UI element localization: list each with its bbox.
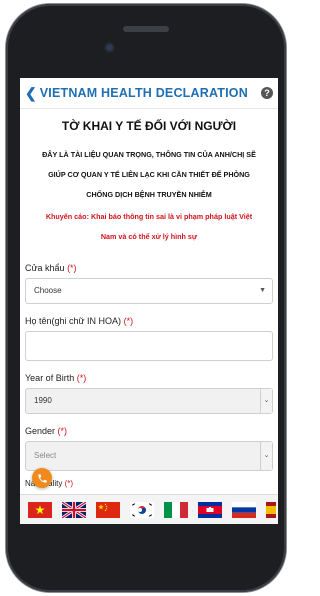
full-name-input[interactable] <box>25 331 273 361</box>
uk-flag-icon[interactable] <box>62 501 86 518</box>
page-title: VIETNAM HEALTH DECLARATION <box>39 86 248 100</box>
notice-line: CHỐNG DỊCH BỆNH TRUYỀN NHIỄM <box>86 190 212 199</box>
gender-select[interactable]: Select ⌄ <box>25 441 273 471</box>
notice-line: ĐÂY LÀ TÀI LIỆU QUAN TRỌNG, THÔNG TIN CỦ… <box>42 150 256 159</box>
call-button[interactable] <box>32 468 52 488</box>
gender-label: Gender (*) <box>25 426 68 436</box>
spain-flag-icon[interactable] <box>266 501 276 518</box>
chevron-down-icon: ⌄ <box>260 442 272 470</box>
chevron-down-icon: ▼ <box>259 287 266 294</box>
border-gate-label: Cửa khẩu (*) <box>25 263 77 273</box>
year-of-birth-value: 1990 <box>34 396 52 405</box>
china-flag-icon[interactable] <box>96 501 120 518</box>
notice-text: ĐÂY LÀ TÀI LIỆU QUAN TRỌNG, THÔNG TIN CỦ… <box>25 145 273 205</box>
form-content: TỜ KHAI Y TẾ ĐỐI VỚI NGƯỜI ĐÂY LÀ TÀI LI… <box>20 119 278 488</box>
chevron-down-icon: ⌄ <box>260 389 272 413</box>
form-title: TỜ KHAI Y TẾ ĐỐI VỚI NGƯỜI <box>61 119 237 133</box>
header-bar: ❮ VIETNAM HEALTH DECLARATION ? <box>20 78 278 109</box>
phone-icon <box>37 473 47 483</box>
russia-flag-icon[interactable] <box>232 501 256 518</box>
notice-line: GIÚP CƠ QUAN Y TẾ LIÊN LẠC KHI CẦN THIẾT… <box>48 170 250 179</box>
border-gate-select[interactable]: Choose ▼ <box>25 278 273 304</box>
vietnam-flag-icon[interactable] <box>28 501 52 518</box>
warning-line: Khuyến cáo: Khai báo thông tin sai là vi… <box>45 212 253 221</box>
border-gate-value: Choose <box>34 286 62 295</box>
cambodia-flag-icon[interactable] <box>198 501 222 518</box>
phone-camera <box>106 44 113 51</box>
gender-value: Select <box>34 451 57 460</box>
warning-text: Khuyến cáo: Khai báo thông tin sai là vi… <box>25 207 273 247</box>
back-arrow-icon[interactable]: ❮ <box>25 85 37 102</box>
year-of-birth-select[interactable]: 1990 ⌄ <box>25 388 273 414</box>
korea-flag-icon[interactable] <box>130 501 154 518</box>
year-of-birth-label: Year of Birth (*) <box>25 373 87 383</box>
phone-speaker <box>123 26 169 32</box>
app-screen: ❮ VIETNAM HEALTH DECLARATION ? TỜ KHAI Y… <box>20 78 278 524</box>
italy-flag-icon[interactable] <box>164 501 188 518</box>
help-icon[interactable]: ? <box>261 87 273 99</box>
nationality-label: Nationality (*) <box>25 479 74 488</box>
full-name-label: Họ tên(ghi chữ IN HOA) (*) <box>25 316 134 326</box>
language-bar <box>20 494 278 524</box>
warning-line: Nam và có thể xử lý hình sự <box>100 232 198 241</box>
